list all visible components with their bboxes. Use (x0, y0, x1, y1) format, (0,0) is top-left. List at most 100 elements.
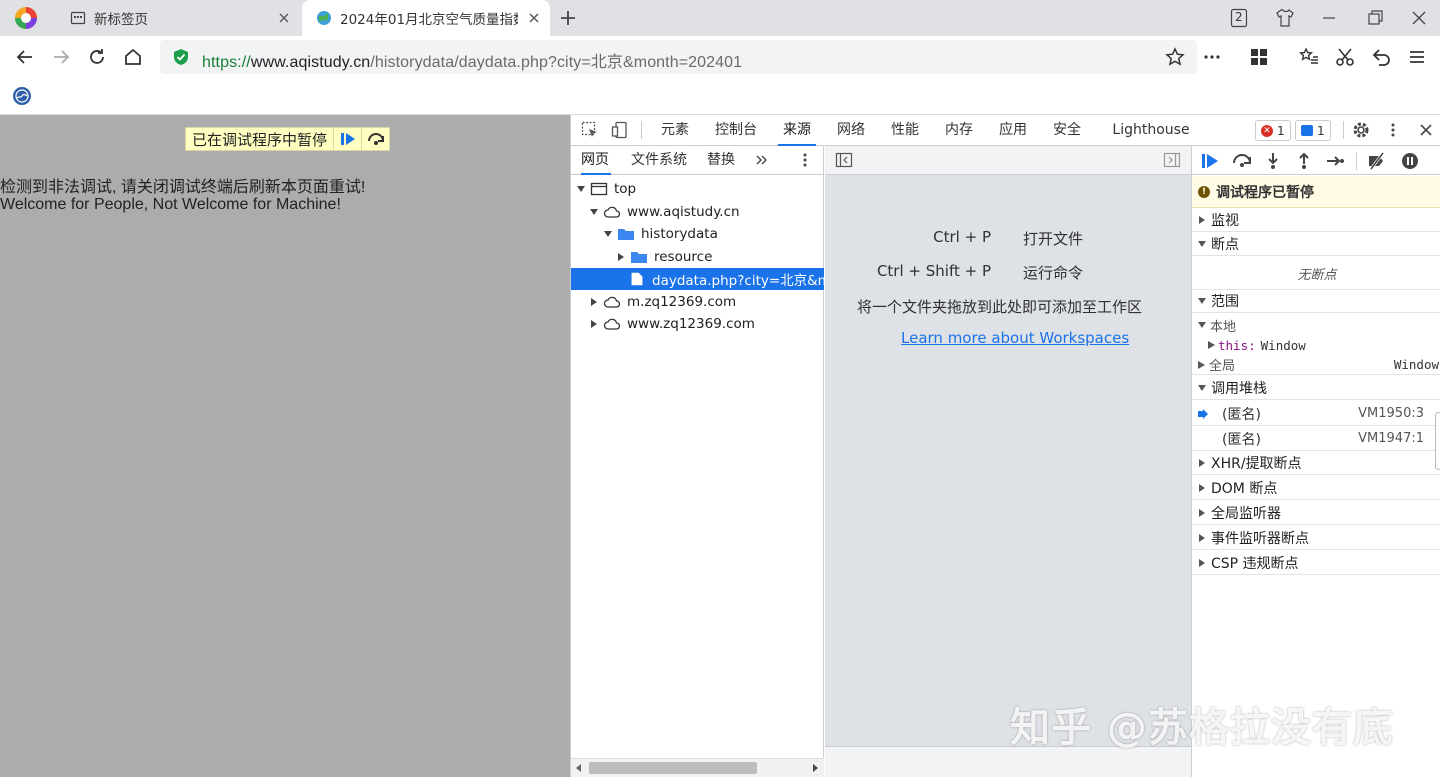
error-count: 1 (1277, 123, 1285, 138)
close-icon[interactable] (526, 10, 542, 26)
section-scope[interactable]: 范围 (1192, 289, 1440, 313)
step-icon[interactable] (1325, 151, 1345, 171)
tab-security[interactable]: 安全 (1049, 115, 1085, 146)
collapsed-arrow-icon (618, 253, 624, 261)
inspect-element-icon[interactable] (581, 121, 599, 139)
scroll-left-icon[interactable] (575, 764, 583, 772)
horizontal-scrollbar[interactable] (571, 758, 824, 777)
editor-toolbar (825, 146, 1191, 175)
step-into-icon[interactable] (1263, 151, 1283, 171)
paused-banner: ! 调试程序已暂停 (1192, 176, 1440, 208)
step-out-icon[interactable] (1294, 151, 1314, 171)
more-vert-icon[interactable] (799, 152, 811, 168)
call-frame[interactable]: (匿名) VM1950:3 (1192, 402, 1440, 426)
star-bookmark-icon[interactable] (1165, 47, 1185, 67)
section-label: 范围 (1211, 294, 1239, 310)
learn-workspaces-link[interactable]: Learn more about Workspaces (901, 329, 1129, 347)
restore-icon[interactable] (1364, 7, 1386, 29)
settings-gear-icon[interactable] (1352, 121, 1370, 139)
tab-filesystem[interactable]: 文件系统 (631, 146, 689, 175)
reload-icon[interactable] (86, 46, 108, 68)
resume-icon[interactable] (1200, 151, 1220, 171)
step-over-icon[interactable] (361, 128, 389, 150)
section-call-stack[interactable]: 调用堆栈 (1192, 376, 1440, 400)
error-badge[interactable]: ✕ 1 (1255, 120, 1291, 141)
scrollbar-thumb[interactable] (589, 762, 757, 774)
device-toggle-icon[interactable] (611, 121, 629, 139)
close-devtools-icon[interactable] (1417, 121, 1435, 139)
tab-aqi[interactable]: 2024年01月北京空气质量指数 (302, 0, 550, 36)
scissors-icon[interactable] (1334, 46, 1356, 68)
expanded-arrow-icon (1198, 240, 1206, 247)
tab-application[interactable]: 应用 (995, 115, 1031, 146)
scope-local[interactable]: 本地 (1192, 315, 1440, 335)
more-tabs-chevron-icon[interactable] (755, 153, 769, 167)
step-over-icon[interactable] (1232, 151, 1252, 171)
forward-arrow-icon[interactable] (50, 46, 72, 68)
section-label: 事件监听器断点 (1211, 530, 1309, 547)
section-global-listeners[interactable]: 全局监听器 (1192, 501, 1440, 525)
tree-item-domain[interactable]: www.aqistudy.cn (571, 201, 824, 223)
tab-new-tab[interactable]: 新标签页 (56, 0, 300, 36)
shirt-skin-icon[interactable] (1274, 7, 1296, 29)
section-watch[interactable]: 监视 (1192, 208, 1440, 232)
tree-item-domain[interactable]: m.zq12369.com (571, 291, 824, 313)
section-csp-breakpoints[interactable]: CSP 违规断点 (1192, 551, 1440, 575)
shortcut-keys: Ctrl + P (933, 228, 991, 246)
minimize-icon[interactable] (1318, 7, 1340, 29)
tree-item-file-selected[interactable]: daydata.php?city=北京&month=202401 (571, 268, 824, 290)
favorites-list-icon[interactable] (1298, 46, 1320, 68)
toggle-navigator-icon[interactable] (835, 152, 853, 168)
tab-counter-button[interactable]: 2 (1228, 7, 1250, 29)
browser-logo-icon[interactable] (14, 6, 38, 30)
frame-window-icon (590, 182, 608, 196)
new-tab-plus-icon[interactable] (558, 8, 578, 28)
bookmark-site-icon[interactable] (12, 86, 32, 106)
tab-network[interactable]: 网络 (833, 115, 869, 146)
tab-strip: 新标签页 2024年01月北京空气质量指数 2 (0, 0, 1440, 36)
tab-page[interactable]: 网页 (581, 146, 611, 175)
tree-item-folder[interactable]: resource (571, 246, 824, 268)
deactivate-breakpoints-icon[interactable] (1367, 151, 1387, 171)
tab-overrides[interactable]: 替换 (707, 146, 737, 175)
message-badge[interactable]: 1 (1295, 120, 1331, 141)
tab-sources[interactable]: 来源 (778, 115, 816, 146)
collapsed-arrow-icon (591, 320, 597, 328)
address-bar[interactable]: https://www.aqistudy.cn/historydata/dayd… (160, 40, 1197, 74)
menu-hamburger-icon[interactable] (1406, 46, 1428, 68)
tab-lighthouse[interactable]: Lighthouse (1111, 115, 1191, 146)
apps-grid-icon[interactable] (1248, 46, 1270, 68)
section-event-listener-breakpoints[interactable]: 事件监听器断点 (1192, 526, 1440, 550)
tree-item-domain[interactable]: www.zq12369.com (571, 313, 824, 335)
home-icon[interactable] (122, 46, 144, 68)
current-frame-arrow-icon (1198, 408, 1208, 419)
more-dots-icon[interactable] (1201, 46, 1223, 68)
call-frame[interactable]: (匿名) VM1947:1 (1192, 427, 1440, 451)
collapsed-arrow-icon (1199, 508, 1205, 517)
tab-console[interactable]: 控制台 (713, 115, 759, 146)
close-icon[interactable] (276, 10, 292, 26)
more-vert-icon[interactable] (1384, 121, 1402, 139)
scroll-right-icon[interactable] (811, 764, 819, 772)
tree-item-folder[interactable]: historydata (571, 223, 824, 245)
pause-on-exceptions-icon[interactable] (1400, 151, 1420, 171)
scope-global[interactable]: 全局 Window (1192, 355, 1440, 375)
tab-title: 新标签页 (94, 12, 148, 28)
tab-memory[interactable]: 内存 (941, 115, 977, 146)
section-xhr-breakpoints[interactable]: XHR/提取断点 (1192, 451, 1440, 475)
close-window-icon[interactable] (1408, 7, 1430, 29)
section-dom-breakpoints[interactable]: DOM 断点 (1192, 476, 1440, 500)
tab-elements[interactable]: 元素 (657, 115, 693, 146)
undo-icon[interactable] (1370, 46, 1392, 68)
toggle-debugger-icon[interactable] (1163, 152, 1181, 168)
scope-this-value: Window (1260, 337, 1306, 353)
divider (1343, 121, 1344, 139)
tree-item-top[interactable]: top (571, 178, 824, 200)
no-breakpoints-text: 无断点 (1297, 267, 1337, 283)
tab-performance[interactable]: 性能 (887, 115, 923, 146)
section-breakpoints[interactable]: 断点 (1192, 232, 1440, 256)
devtools-panel: 元素 控制台 来源 网络 性能 内存 应用 安全 Lighthouse ✕ 1 1… (570, 115, 1440, 777)
resume-icon[interactable] (333, 128, 361, 150)
scope-this[interactable]: this: Window (1192, 335, 1440, 355)
back-arrow-icon[interactable] (14, 46, 36, 68)
